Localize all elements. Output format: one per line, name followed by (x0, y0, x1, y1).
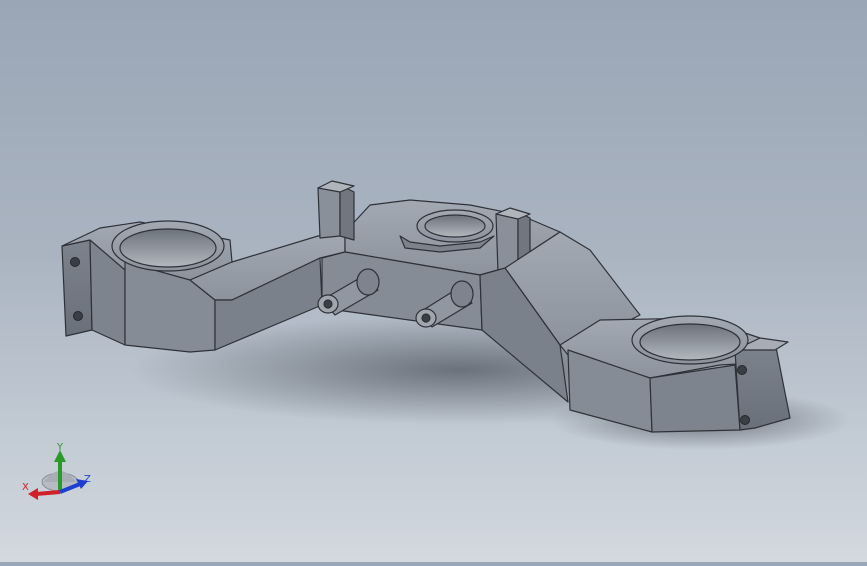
cad-3d-viewport[interactable]: X Y Z (0, 0, 867, 562)
left-fork-bore-inner[interactable] (119, 228, 217, 268)
y-axis-label: Y (56, 442, 64, 453)
x-axis-label: X (22, 482, 29, 493)
triple-clamp-model[interactable] (0, 0, 867, 562)
x-axis-arrow (28, 488, 38, 500)
left-post-side[interactable] (339, 184, 355, 241)
right-pinch-bolt-upper[interactable] (737, 365, 747, 375)
right-boss-socket[interactable] (421, 313, 431, 323)
orientation-triad[interactable]: X Y Z (18, 440, 98, 510)
left-pinch-bolt-upper[interactable] (70, 257, 80, 267)
left-boss-socket[interactable] (323, 299, 333, 309)
steering-stem-bore-inner[interactable] (424, 214, 486, 238)
z-axis-label: Z (84, 474, 91, 485)
right-pinch-bolt-lower[interactable] (740, 415, 750, 425)
left-clamp-front[interactable] (61, 239, 93, 337)
right-boss-end[interactable] (450, 280, 474, 308)
left-pinch-bolt-lower[interactable] (73, 311, 83, 321)
left-post-front[interactable] (317, 184, 341, 239)
left-boss-end[interactable] (356, 268, 380, 296)
right-fork-bore-inner[interactable] (639, 323, 741, 361)
x-axis-line (35, 490, 61, 496)
